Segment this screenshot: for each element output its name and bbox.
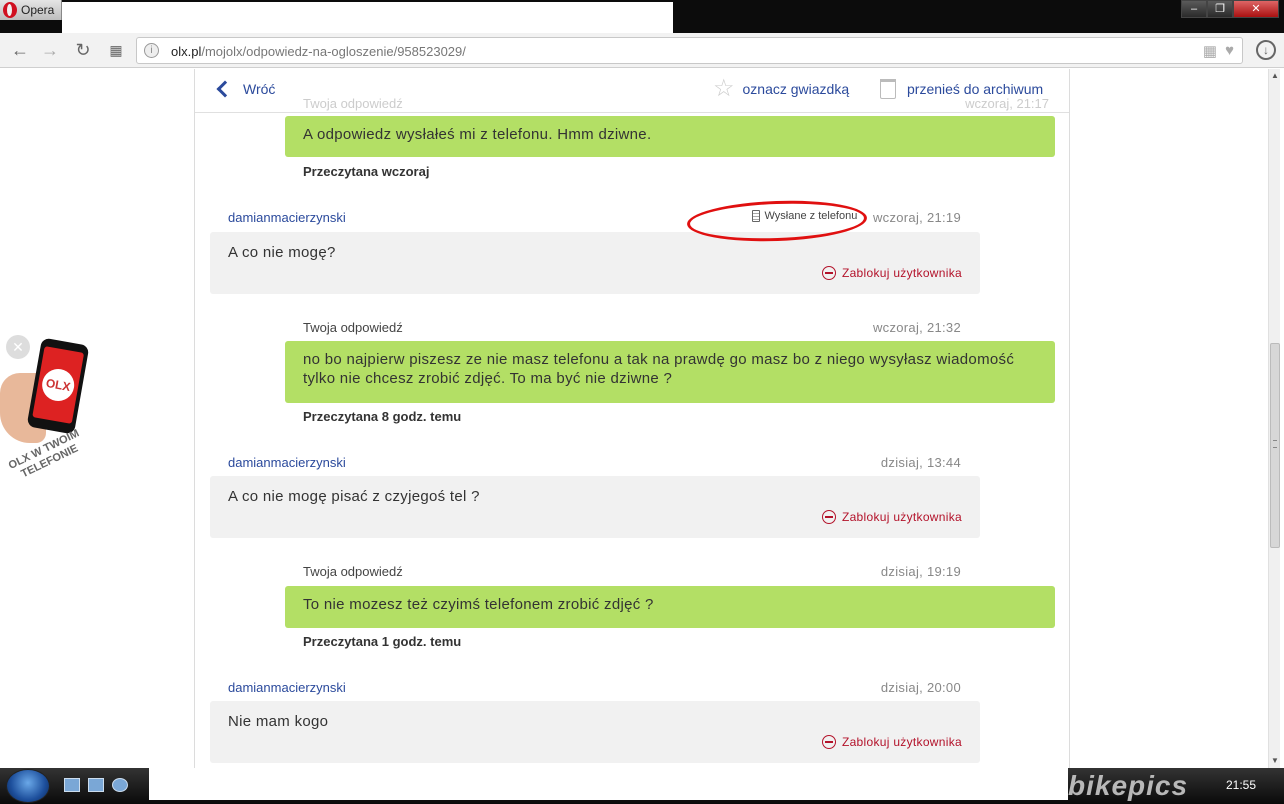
sender-link[interactable]: damianmacierzynski: [228, 210, 346, 225]
grip-icon: [1273, 440, 1277, 448]
my-reply-label: Twoja odpowiedź: [303, 564, 403, 579]
block-user-label: Zablokuj użytkownika: [841, 735, 962, 749]
my-message: A odpowiedz wysłałeś mi z telefonu. Hmm …: [285, 116, 1055, 157]
reload-icon[interactable]: ↻: [72, 39, 94, 61]
back-link[interactable]: Wróć: [215, 80, 276, 98]
archive-button[interactable]: przenieś do archiwum: [880, 79, 1043, 99]
show-desktop-icon[interactable]: [64, 778, 80, 792]
conversation-panel: Wróć Twoja odpowiedź wczoraj, 21:17 ☆ oz…: [194, 69, 1070, 768]
maximize-icon[interactable]: ❐: [1207, 0, 1233, 18]
archive-icon: [880, 79, 896, 99]
star-icon: ☆: [713, 75, 735, 102]
block-icon: [821, 735, 836, 749]
speed-dial-icon[interactable]: ▦: [105, 39, 127, 61]
sender-link[interactable]: damianmacierzynski: [228, 680, 346, 695]
site-info-icon[interactable]: i: [144, 43, 159, 58]
phone-screen: OLX: [32, 346, 85, 424]
read-status: Przeczytana 8 godz. temu: [303, 409, 462, 424]
star-button[interactable]: ☆ oznacz gwiazdką: [713, 75, 850, 102]
opera-menu-label: Opera: [21, 3, 55, 17]
read-status: Przeczytana wczoraj: [303, 164, 430, 179]
download-icon[interactable]: ↓: [1256, 40, 1276, 60]
address-field[interactable]: i olx.pl/mojolx/odpowiedz-na-ogloszenie/…: [136, 37, 1243, 64]
window-controls: – ❐ ✕: [1181, 0, 1279, 18]
message-time: dzisiaj, 13:44: [880, 455, 961, 470]
message-header: damianmacierzynski dzisiaj, 20:00: [228, 680, 961, 695]
my-message: To nie mozesz też czyimś telefonem zrobi…: [285, 586, 1055, 628]
scrolled-header-label: Twoja odpowiedź: [303, 96, 403, 111]
message-text: A co nie mogę?: [228, 244, 336, 261]
message-header: damianmacierzynski dzisiaj, 13:44: [228, 455, 961, 470]
back-label: Wróć: [243, 81, 276, 97]
opera-logo-icon: [3, 2, 17, 18]
page-viewport: ✕ OLX OLX W TWOIM TELEFONIE Wróć Twoja o…: [0, 69, 1284, 768]
my-message: no bo najpierw piszesz ze nie masz telef…: [285, 341, 1055, 403]
block-user-label: Zablokuj użytkownika: [841, 510, 962, 524]
conversation-toolbar: Wróć Twoja odpowiedź wczoraj, 21:17 ☆ oz…: [195, 69, 1069, 113]
message-time: wczoraj, 21:19: [872, 210, 961, 225]
sender-link[interactable]: damianmacierzynski: [228, 455, 346, 470]
opera-menu-button[interactable]: Opera: [0, 0, 62, 20]
message-time: dzisiaj, 19:19: [880, 564, 961, 579]
block-user-link[interactable]: Zablokuj użytkownika: [821, 510, 962, 524]
other-message: A co nie mogę? Zablokuj użytkownika: [210, 232, 980, 294]
my-message-header: Twoja odpowiedź wczoraj, 21:32: [303, 320, 961, 335]
olx-logo: OLX: [39, 366, 77, 404]
forward-arrow-icon[interactable]: →: [39, 39, 61, 61]
message-time: dzisiaj, 20:00: [880, 680, 961, 695]
url-host: olx.pl: [171, 44, 202, 59]
block-user-label: Zablokuj użytkownika: [841, 266, 962, 280]
heart-icon[interactable]: ♥: [1225, 42, 1234, 60]
block-user-link[interactable]: Zablokuj użytkownika: [821, 735, 962, 749]
minimize-icon[interactable]: –: [1181, 0, 1207, 18]
url-text[interactable]: olx.pl/mojolx/odpowiedz-na-ogloszenie/95…: [171, 44, 466, 59]
block-icon: [821, 510, 836, 524]
tab-strip-area: [62, 2, 673, 33]
scroll-up-icon[interactable]: ▲: [1269, 69, 1281, 83]
side-ad[interactable]: ✕ OLX OLX W TWOIM TELEFONIE: [0, 333, 100, 513]
archive-label: przenieś do archiwum: [907, 81, 1044, 97]
close-window-icon[interactable]: ✕: [1233, 0, 1279, 18]
browser-titlebar: Opera – ❐ ✕: [0, 0, 1284, 33]
block-user-link[interactable]: Zablokuj użytkownika: [821, 266, 962, 280]
block-icon: [821, 266, 836, 280]
url-path: /mojolx/odpowiedz-na-ogloszenie/95852302…: [201, 44, 466, 59]
address-actions: ▦ ♥: [1203, 42, 1234, 60]
start-button[interactable]: [6, 769, 50, 803]
vertical-scrollbar[interactable]: ▲ ▼: [1268, 69, 1280, 768]
message-text: Nie mam kogo: [228, 713, 329, 730]
grid-icon[interactable]: ▦: [1203, 42, 1217, 60]
clock[interactable]: 21:55: [1226, 778, 1256, 792]
taskbar-blank-area: [149, 768, 1068, 800]
phone-illustration-icon: OLX: [26, 337, 90, 435]
explorer-icon[interactable]: [88, 778, 104, 792]
other-message: Nie mam kogo Zablokuj użytkownika: [210, 701, 980, 763]
address-toolbar: ← → ↻ ▦ i olx.pl/mojolx/odpowiedz-na-ogl…: [0, 33, 1284, 68]
back-arrow-icon[interactable]: ←: [9, 39, 31, 61]
chevron-left-icon: [216, 80, 234, 98]
ad-close-icon[interactable]: ✕: [6, 335, 30, 359]
my-reply-label: Twoja odpowiedź: [303, 320, 403, 335]
message-time: wczoraj, 21:32: [872, 320, 961, 335]
scroll-down-icon[interactable]: ▼: [1269, 754, 1281, 768]
my-message-header: Twoja odpowiedź dzisiaj, 19:19: [303, 564, 961, 579]
message-text: A co nie mogę pisać z czyjegoś tel ?: [228, 488, 480, 505]
read-status: Przeczytana 1 godz. temu: [303, 634, 462, 649]
internet-explorer-icon[interactable]: [112, 778, 128, 792]
scrollbar-thumb[interactable]: [1270, 343, 1280, 548]
watermark-logo: bikepics: [1068, 770, 1189, 801]
star-label: oznacz gwiazdką: [742, 81, 850, 97]
other-message: A co nie mogę pisać z czyjegoś tel ? Zab…: [210, 476, 980, 538]
